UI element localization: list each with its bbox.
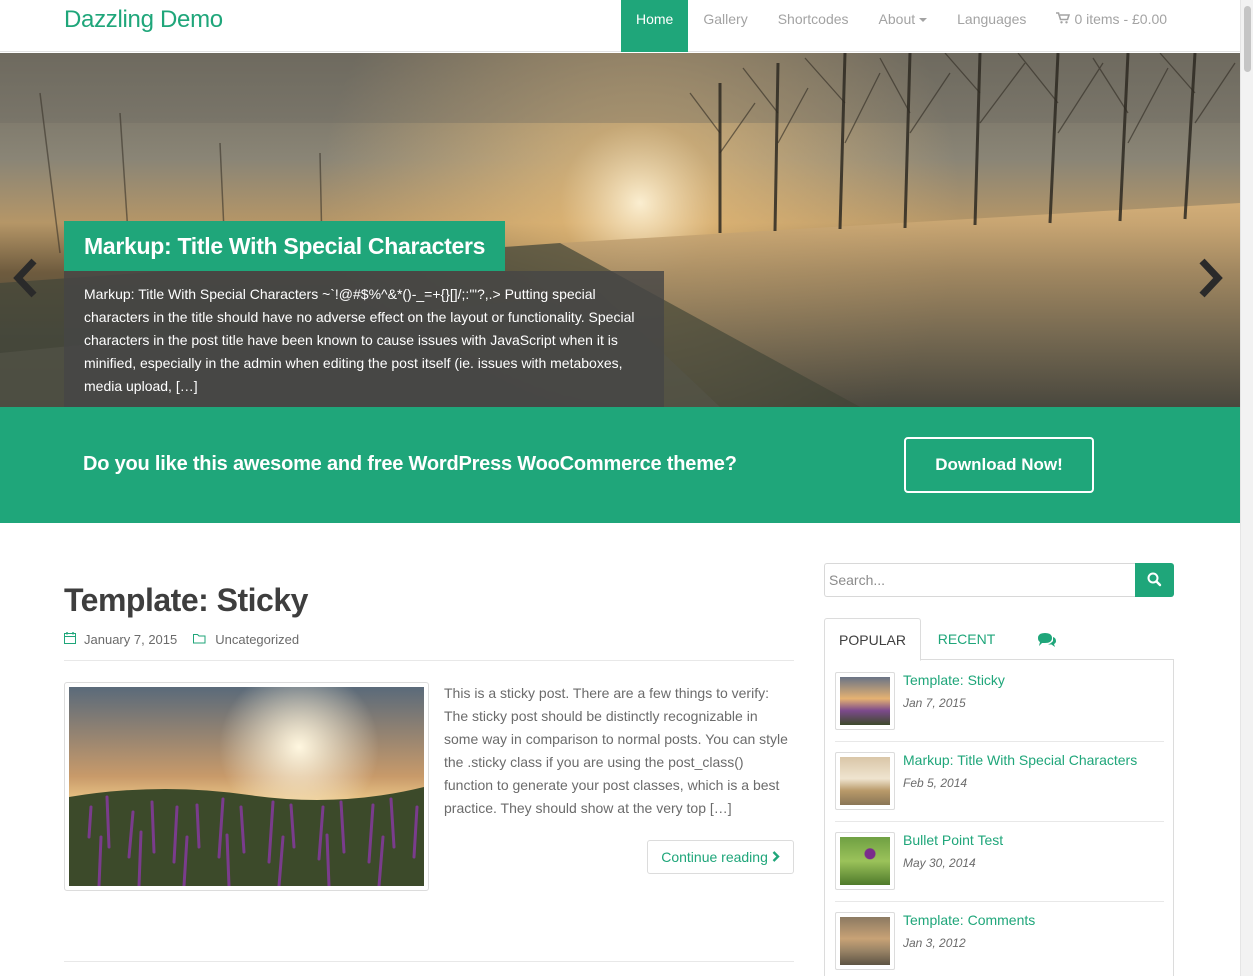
calendar-icon — [64, 632, 76, 647]
popular-posts-panel: Template: Sticky Jan 7, 2015 Markup: Tit… — [824, 660, 1174, 976]
popular-post-item[interactable]: Bullet Point Test May 30, 2014 — [835, 832, 1165, 912]
nav-item-cart[interactable]: 0 items - £0.00 — [1041, 0, 1182, 52]
popular-post-thumbnail[interactable] — [835, 752, 895, 810]
tab-popular[interactable]: POPULAR — [824, 618, 921, 661]
popular-post-thumbnail[interactable] — [835, 672, 895, 730]
slider-next-button[interactable] — [1196, 258, 1224, 308]
chevron-right-icon — [772, 851, 780, 862]
popular-post-title[interactable]: Bullet Point Test — [903, 832, 1003, 848]
post-meta: January 7, 2015 Uncategorized — [64, 632, 299, 647]
popular-post-date: May 30, 2014 — [903, 856, 976, 870]
popular-post-item[interactable]: Markup: Title With Special Characters Fe… — [835, 752, 1165, 832]
divider — [835, 821, 1164, 822]
continue-reading-label: Continue reading — [661, 849, 768, 865]
post-category[interactable]: Uncategorized — [215, 632, 299, 647]
comments-icon — [1037, 633, 1056, 648]
lavender-field-image — [69, 687, 424, 886]
search-input[interactable]: Search... — [824, 563, 1136, 597]
nav-item-shortcodes[interactable]: Shortcodes — [763, 0, 864, 52]
hero-slider: Markup: Title With Special Characters Ma… — [0, 53, 1240, 407]
cta-banner: Do you like this awesome and free WordPr… — [0, 407, 1240, 523]
tab-comments[interactable] — [1024, 618, 1069, 660]
shopping-cart-icon — [1056, 0, 1071, 38]
cta-text: Do you like this awesome and free WordPr… — [83, 453, 737, 475]
post-thumbnail[interactable] — [64, 682, 429, 891]
popular-post-title[interactable]: Template: Sticky — [903, 672, 1005, 688]
divider — [835, 901, 1164, 902]
folder-icon — [193, 632, 207, 647]
post-title[interactable]: Template: Sticky — [64, 582, 308, 619]
popular-post-title[interactable]: Template: Comments — [903, 912, 1035, 928]
divider — [835, 741, 1164, 742]
popular-post-date: Jan 3, 2012 — [903, 936, 966, 950]
page-scrollbar[interactable] — [1240, 0, 1253, 976]
slider-prev-button[interactable] — [12, 258, 40, 308]
scrollbar-thumb[interactable] — [1244, 6, 1251, 72]
slide-title[interactable]: Markup: Title With Special Characters — [64, 221, 506, 271]
popular-post-date: Feb 5, 2014 — [903, 776, 968, 790]
nav-item-languages[interactable]: Languages — [942, 0, 1041, 52]
chevron-left-icon — [13, 258, 37, 298]
main-nav: Home Gallery Shortcodes About Languages … — [621, 0, 1182, 52]
post-excerpt: This is a sticky post. There are a few t… — [444, 685, 788, 816]
search-icon — [1147, 572, 1162, 587]
post-date[interactable]: January 7, 2015 — [84, 632, 177, 647]
divider — [64, 961, 794, 962]
nav-item-gallery[interactable]: Gallery — [688, 0, 762, 52]
continue-reading-button[interactable]: Continue reading — [647, 840, 794, 874]
download-now-button[interactable]: Download Now! — [904, 437, 1094, 493]
search-button[interactable] — [1135, 563, 1174, 597]
popular-post-date: Jan 7, 2015 — [903, 696, 966, 710]
sidebar-tabs: POPULAR RECENT — [824, 618, 1174, 661]
popular-post-item[interactable]: Template: Comments Jan 3, 2012 — [835, 912, 1165, 976]
slide-excerpt: Markup: Title With Special Characters ~`… — [64, 271, 664, 407]
popular-post-item[interactable]: Template: Sticky Jan 7, 2015 — [835, 672, 1165, 752]
site-brand[interactable]: Dazzling Demo — [64, 6, 223, 34]
divider — [64, 660, 794, 661]
popular-post-title[interactable]: Markup: Title With Special Characters — [903, 752, 1137, 768]
cart-summary: 0 items - £0.00 — [1074, 11, 1168, 27]
nav-item-about[interactable]: About — [864, 0, 943, 52]
chevron-right-icon — [1199, 258, 1223, 298]
popular-post-thumbnail[interactable] — [835, 912, 895, 970]
popular-post-thumbnail[interactable] — [835, 832, 895, 890]
tab-recent[interactable]: RECENT — [924, 618, 1009, 660]
nav-item-home[interactable]: Home — [621, 0, 689, 52]
nav-item-about-label: About — [878, 11, 916, 27]
site-header: Dazzling Demo Home Gallery Shortcodes Ab… — [0, 0, 1240, 52]
caret-down-icon — [919, 18, 928, 23]
